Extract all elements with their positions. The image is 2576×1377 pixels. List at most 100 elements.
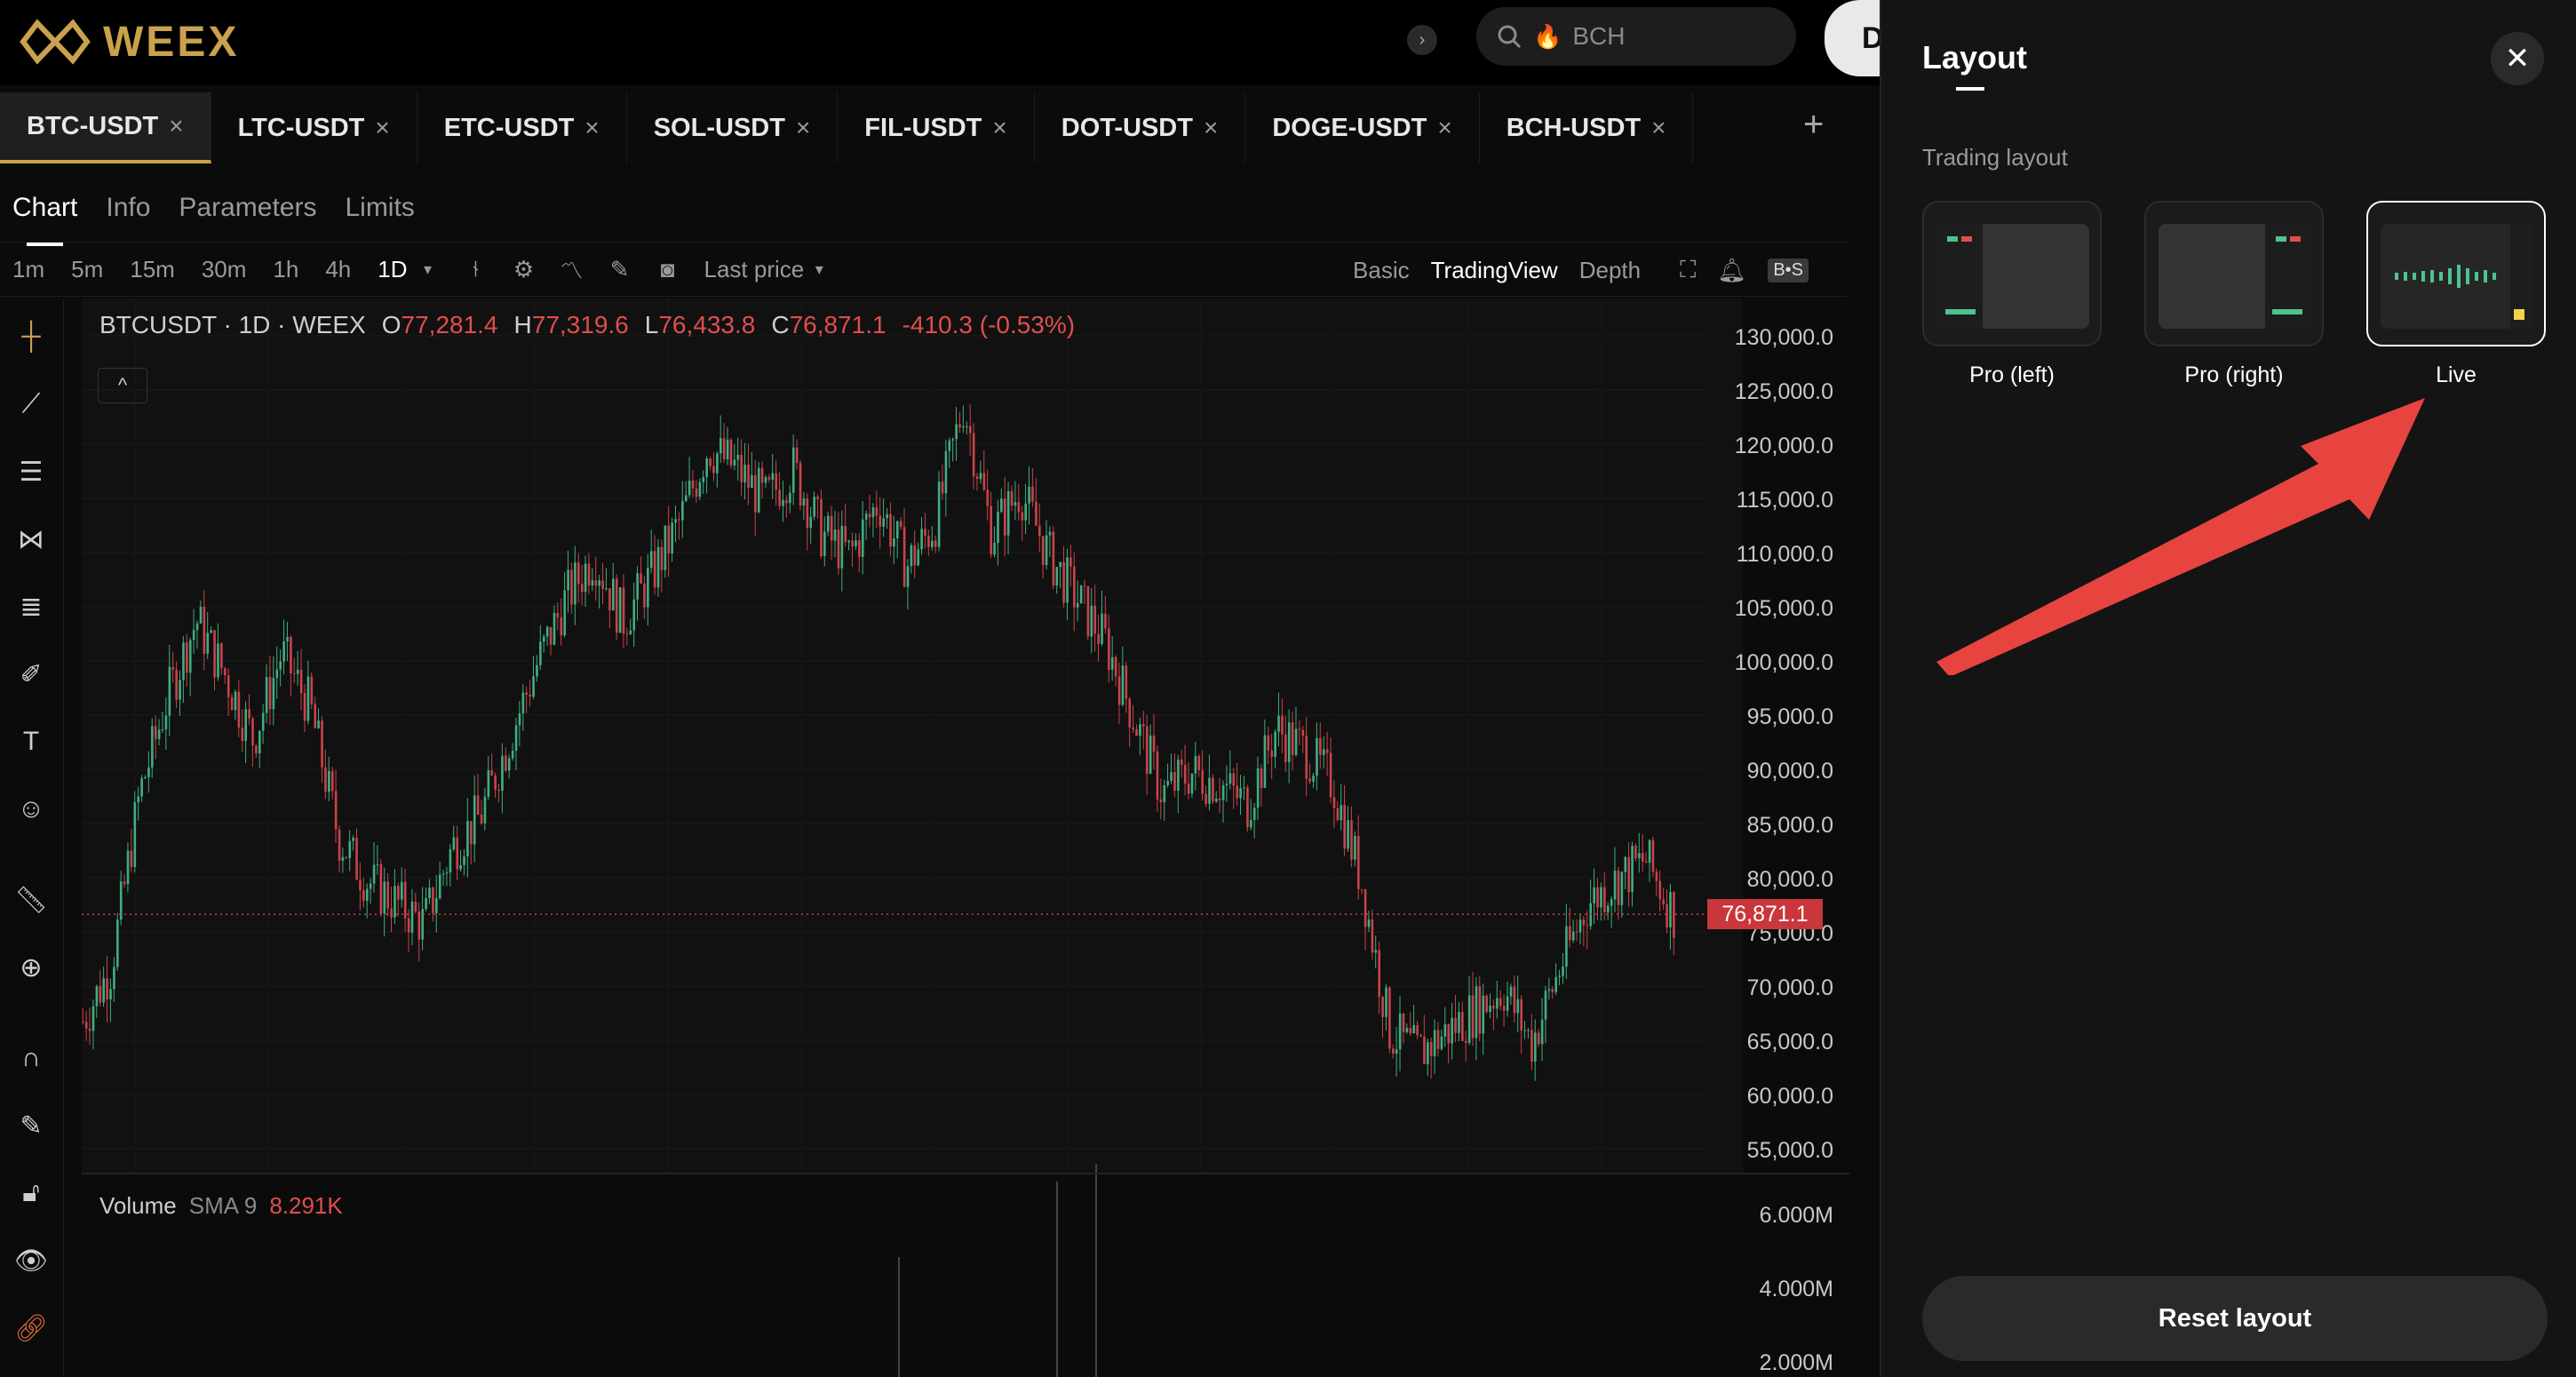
close-icon[interactable]: ×	[375, 114, 389, 142]
expand-icon[interactable]: ›	[1407, 25, 1437, 55]
candle-body	[1212, 777, 1214, 802]
pane-divider[interactable]	[82, 1173, 1849, 1174]
view-basic[interactable]: Basic	[1353, 257, 1410, 284]
tab-parameters[interactable]: Parameters	[179, 193, 316, 223]
candle-body	[536, 665, 538, 677]
tab-btc-usdt[interactable]: BTC-USDT ×	[0, 92, 211, 163]
candle-body	[567, 569, 569, 591]
tab-dot-usdt[interactable]: DOT-USDT ×	[1035, 92, 1246, 163]
candle-body	[1163, 784, 1166, 803]
view-tradingview[interactable]: TradingView	[1431, 257, 1558, 284]
close-icon[interactable]: ×	[584, 114, 599, 142]
magnet-icon[interactable]: ∩	[11, 1038, 52, 1079]
timeframe-1m[interactable]: 1m	[12, 256, 44, 283]
candle-body	[1243, 787, 1245, 789]
candle-body	[151, 726, 154, 768]
bell-icon[interactable]: 🔔︎	[1717, 257, 1746, 284]
camera-icon[interactable]: ◙	[649, 251, 687, 288]
candle-body	[1364, 889, 1367, 927]
candle-body	[403, 881, 407, 919]
fullscreen-icon[interactable]: ⛶	[1680, 256, 1696, 284]
close-icon[interactable]: ×	[1437, 114, 1451, 142]
layout-pro-right[interactable]	[2144, 201, 2324, 346]
candle-body	[1343, 805, 1346, 849]
pattern-icon[interactable]: ⋈	[11, 519, 52, 560]
candle-body	[1544, 991, 1547, 1020]
candle-body	[1666, 903, 1668, 927]
tab-ltc-usdt[interactable]: LTC-USDT ×	[211, 92, 417, 163]
candle-body	[698, 482, 702, 497]
candle-body	[975, 476, 979, 480]
tab-doge-usdt[interactable]: DOGE-USDT ×	[1245, 92, 1480, 163]
timeframe-5m[interactable]: 5m	[71, 256, 103, 283]
draw-template-icon[interactable]: ✎	[601, 251, 639, 288]
search-input[interactable]: 🔥 BCH	[1476, 7, 1796, 66]
close-icon[interactable]: ✕	[2491, 32, 2544, 85]
candle-body	[390, 908, 393, 918]
reset-layout-button[interactable]: Reset layout	[1922, 1276, 2548, 1361]
candle-body	[1132, 727, 1134, 729]
close-icon[interactable]: ×	[1204, 114, 1218, 142]
tab-sol-usdt[interactable]: SOL-USDT ×	[627, 92, 839, 163]
collapse-legend-icon[interactable]: ^	[98, 368, 147, 403]
candle-body	[917, 549, 920, 566]
change-value: -410.3 (-0.53%)	[902, 311, 1076, 338]
tab-fil-usdt[interactable]: FIL-USDT ×	[838, 92, 1035, 163]
tab-limits[interactable]: Limits	[345, 193, 414, 223]
ruler-icon[interactable]: 📏︎	[11, 880, 52, 920]
add-tab-icon[interactable]: +	[1803, 105, 1824, 145]
price-type-select[interactable]: Last price	[704, 256, 805, 283]
chevron-down-icon[interactable]: ▾	[409, 251, 447, 288]
close-icon[interactable]: ×	[169, 112, 183, 140]
close-icon[interactable]: ×	[1651, 114, 1666, 142]
candle-body	[979, 473, 982, 480]
eye-icon[interactable]: 👁︎	[11, 1240, 52, 1281]
brush-icon[interactable]: ✐	[11, 654, 52, 695]
timeframe-1h[interactable]: 1h	[273, 256, 298, 283]
candle-body	[1090, 605, 1093, 637]
timeframe-15m[interactable]: 15m	[130, 256, 175, 283]
timeframe-1d[interactable]: 1D	[378, 256, 407, 283]
zoom-in-icon[interactable]: ⊕	[11, 947, 52, 988]
close-icon[interactable]: ×	[992, 114, 1006, 142]
tab-info[interactable]: Info	[106, 193, 150, 223]
candle-body	[1551, 989, 1554, 992]
candle-body	[1427, 1042, 1429, 1064]
tab-chart[interactable]: Chart	[12, 193, 77, 246]
emoji-icon[interactable]: ☺	[11, 789, 52, 830]
chart-type-icon[interactable]: ⫮	[457, 251, 495, 288]
layout-pro-left[interactable]	[1922, 201, 2102, 346]
price-axis-label: 60,000.0	[1746, 1084, 1833, 1109]
fib-icon[interactable]: ≣	[11, 586, 52, 627]
price-axis-label: 85,000.0	[1746, 813, 1833, 838]
layout-live[interactable]	[2366, 201, 2546, 346]
candle-body	[1139, 724, 1141, 736]
chevron-down-icon[interactable]: ▾	[800, 251, 838, 288]
horizontal-lines-icon[interactable]: ☰	[11, 451, 52, 492]
text-icon[interactable]: T	[11, 721, 52, 762]
tab-bch-usdt[interactable]: BCH-USDT ×	[1480, 92, 1694, 163]
candle-body	[653, 551, 656, 588]
link-icon[interactable]: 🔗︎	[11, 1308, 52, 1349]
candle-body	[275, 669, 279, 679]
candle-body	[1419, 1035, 1422, 1037]
view-depth[interactable]: Depth	[1579, 257, 1641, 284]
timeframe-4h[interactable]: 4h	[325, 256, 351, 283]
candle-body	[1270, 750, 1274, 758]
brand-logo[interactable]: WEEX	[20, 11, 239, 73]
gear-icon[interactable]: ⚙	[505, 251, 543, 288]
crosshair-icon[interactable]: ┼	[11, 316, 52, 357]
close-icon[interactable]: ×	[796, 114, 810, 142]
ohlc-legend: BTCUSDT · 1D · WEEX O77,281.4 H77,319.6 …	[99, 311, 1075, 339]
indicators-icon[interactable]: 〽	[553, 251, 591, 288]
lock-drawing-icon[interactable]: ✎	[11, 1105, 52, 1146]
lock-icon[interactable]: 🔓︎	[11, 1173, 52, 1214]
candle-body	[483, 796, 487, 824]
trendline-icon[interactable]: ⟋	[11, 384, 52, 425]
candle-body	[188, 640, 192, 673]
bs-toggle[interactable]: B•S	[1768, 258, 1809, 283]
candle-body	[470, 821, 473, 845]
candle-body	[1429, 1042, 1433, 1057]
tab-etc-usdt[interactable]: ETC-USDT ×	[417, 92, 627, 163]
timeframe-30m[interactable]: 30m	[202, 256, 247, 283]
